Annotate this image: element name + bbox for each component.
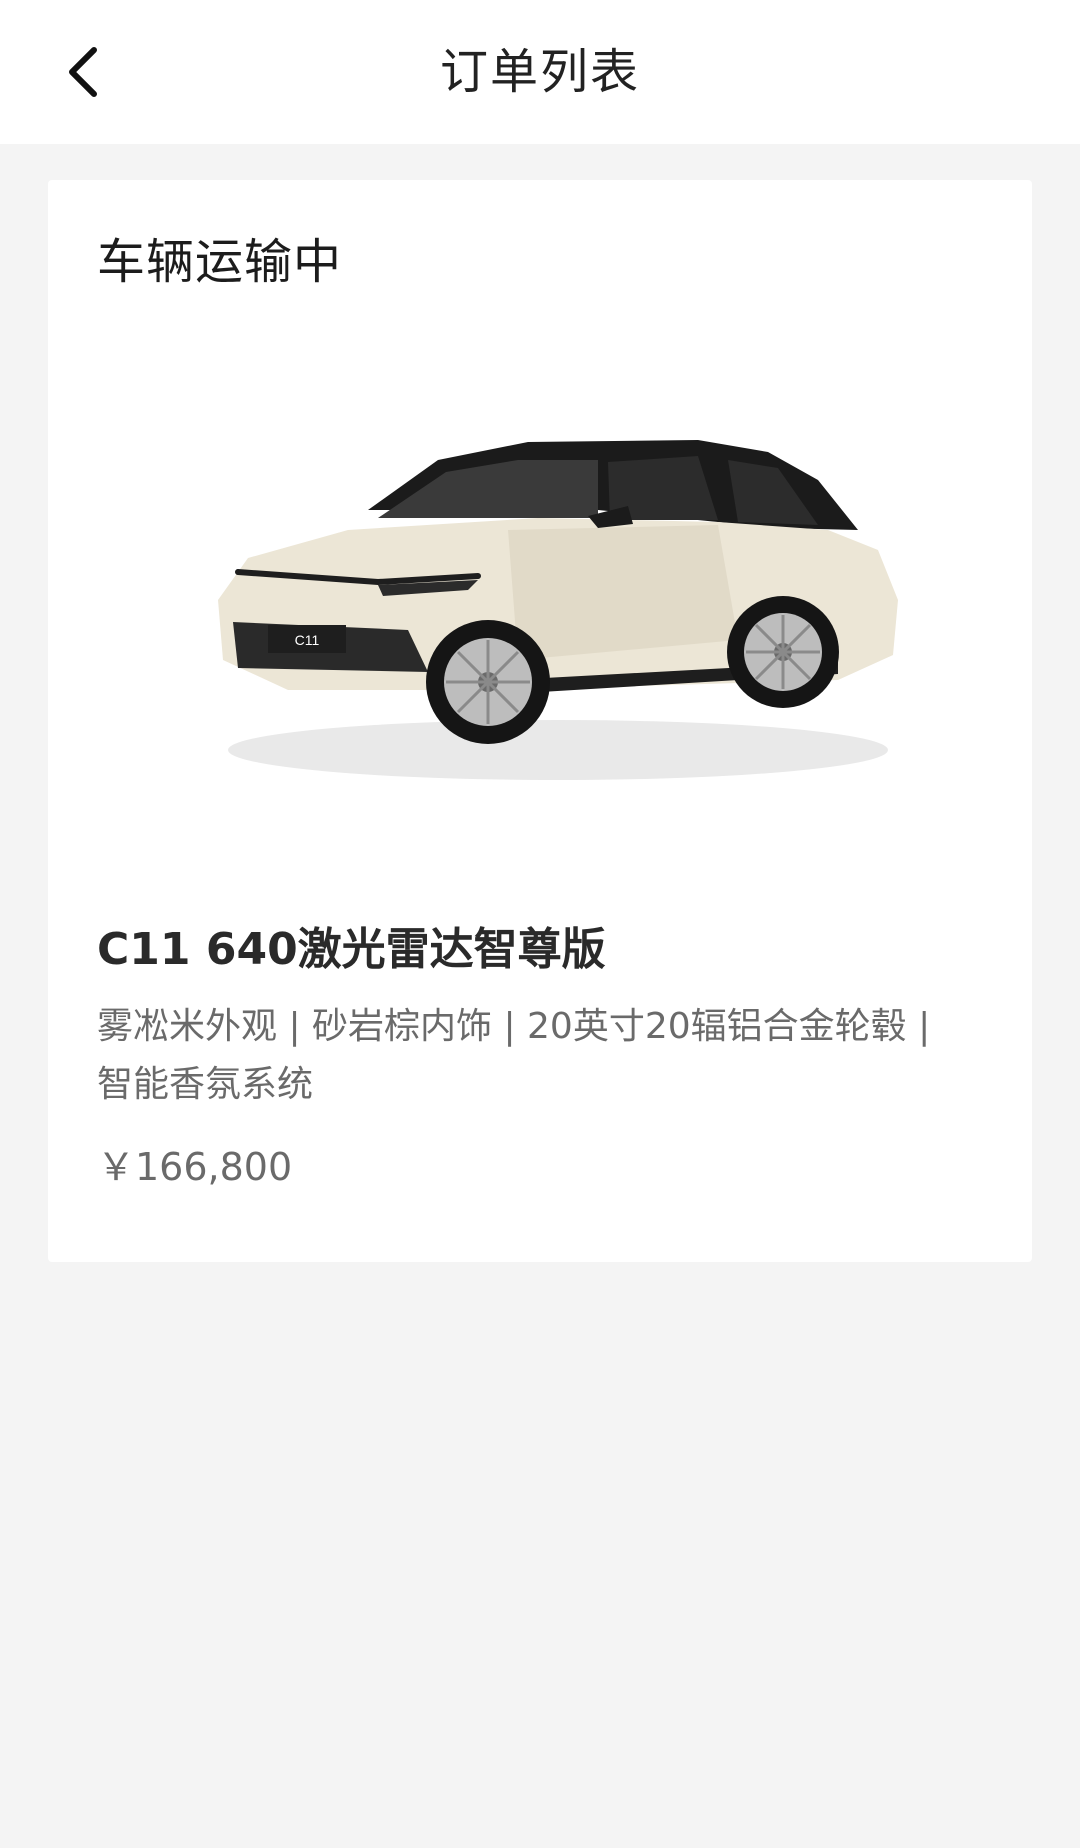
page-title: 订单列表 [439, 44, 640, 100]
order-status: 车辆运输中 [97, 234, 343, 290]
car-price: ￥166,800 [97, 1145, 293, 1189]
car-config-description: 雾凇米外观 | 砂岩棕内饰 | 20英寸20辐铝合金轮毂 | 智能香氛系统 [97, 1006, 931, 1105]
top-nav-bar: 订单列表 [0, 0, 1080, 144]
car-image: C11 [218, 440, 898, 780]
car-model-name: C11 640激光雷达智尊版 [97, 924, 606, 975]
order-card[interactable]: 车辆运输中 C11 C11 640激光雷达智尊版 雾凇米外观 | 砂岩棕内饰 |… [48, 180, 1032, 1262]
license-plate-label: C11 [295, 632, 320, 648]
